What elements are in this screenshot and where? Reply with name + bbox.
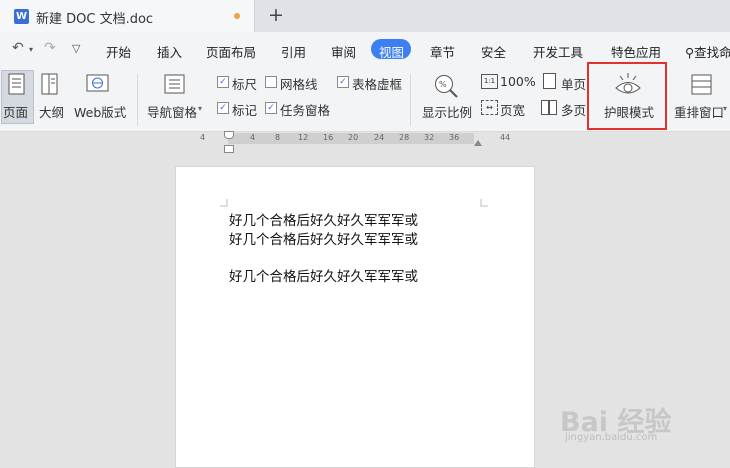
- rearrange-dropdown-icon[interactable]: ▾: [723, 104, 727, 113]
- search-icon: ⚲: [685, 45, 695, 60]
- zoom-icon[interactable]: %: [433, 73, 459, 99]
- search-command[interactable]: ⚲查找命: [685, 42, 730, 61]
- marks-checkbox[interactable]: ✓: [217, 102, 229, 114]
- ruler-checkbox[interactable]: ✓: [217, 76, 229, 88]
- menu-reference[interactable]: 引用: [281, 42, 306, 61]
- ruler-tick: 28: [399, 133, 410, 142]
- task-pane-checkbox[interactable]: ✓: [265, 102, 277, 114]
- new-tab-button[interactable]: +: [268, 4, 284, 26]
- margin-corner-top-right: [480, 199, 488, 207]
- ruler-tick: 4: [200, 133, 206, 142]
- document-tab[interactable]: W 新建 DOC 文档.doc: [0, 0, 255, 32]
- page-view-label: 页面: [3, 105, 29, 120]
- ruler-tick: 4: [250, 133, 256, 142]
- nav-pane-label[interactable]: 导航窗格: [147, 102, 197, 121]
- multi-page-icon-left[interactable]: [541, 100, 549, 115]
- customize-quick-access-icon[interactable]: ▽: [72, 42, 80, 55]
- gridlines-label: 网格线: [280, 77, 318, 92]
- zoom-100-label[interactable]: 100%: [500, 74, 536, 89]
- zoom-label[interactable]: 显示比例: [422, 102, 472, 121]
- unsaved-indicator-icon: [234, 13, 240, 19]
- menu-page-layout[interactable]: 页面布局: [206, 42, 256, 61]
- undo-icon[interactable]: ↶: [12, 40, 24, 56]
- ribbon-separator: [137, 74, 138, 126]
- document-text-line[interactable]: 好几个合格后好久好久军军军或: [229, 265, 418, 285]
- wps-writer-icon: W: [14, 9, 29, 24]
- ruler-tick: 8: [275, 133, 281, 142]
- marks-label: 标记: [232, 103, 258, 118]
- ruler-tick: 12: [298, 133, 309, 142]
- undo-dropdown-icon[interactable]: ▾: [29, 45, 33, 54]
- menu-security[interactable]: 安全: [481, 42, 506, 61]
- zoom-100-icon[interactable]: 1:1: [481, 74, 498, 89]
- svg-text:%: %: [439, 80, 447, 89]
- web-layout-icon[interactable]: [86, 73, 110, 97]
- document-tab-title: 新建 DOC 文档.doc: [36, 12, 154, 27]
- menu-review[interactable]: 审阅: [331, 42, 356, 61]
- document-text-line[interactable]: 好几个合格后好久好久军军军或: [229, 228, 418, 248]
- rearrange-windows-label[interactable]: 重排窗口: [674, 102, 724, 121]
- nav-pane-dropdown-icon[interactable]: ▾: [198, 104, 202, 113]
- search-command-label: 查找命: [694, 45, 730, 60]
- task-pane-label: 任务窗格: [280, 103, 331, 118]
- multi-page-label[interactable]: 多页: [561, 100, 586, 119]
- single-page-icon[interactable]: [543, 73, 556, 89]
- watermark-url: jingyan.baidu.com: [565, 432, 658, 443]
- table-frame-label: 表格虚框: [352, 77, 403, 92]
- eye-icon[interactable]: [614, 72, 642, 98]
- first-line-indent-marker[interactable]: [224, 131, 234, 139]
- gridlines-checkbox[interactable]: [265, 76, 277, 88]
- page-view-icon: [8, 73, 25, 95]
- menu-start[interactable]: 开始: [106, 42, 131, 61]
- document-text-line[interactable]: 好几个合格后好久好久军军军或: [229, 209, 418, 229]
- outline-view-icon[interactable]: [40, 73, 60, 97]
- ruler-tick: 16: [323, 133, 334, 142]
- menu-insert[interactable]: 插入: [157, 42, 182, 61]
- ruler-tick: 20: [348, 133, 359, 142]
- page-width-icon[interactable]: ↔: [481, 100, 498, 115]
- margin-corner-top-left: [220, 199, 228, 207]
- outline-view-label[interactable]: 大纲: [39, 102, 64, 121]
- nav-pane-icon[interactable]: [163, 73, 187, 97]
- ruler-tick: 44: [500, 133, 511, 142]
- eye-mode-button[interactable]: 护眼模式: [604, 102, 654, 121]
- ribbon-separator: [410, 74, 411, 126]
- ruler-tick: 24: [374, 133, 385, 142]
- right-indent-marker[interactable]: [474, 140, 482, 146]
- menu-features[interactable]: 特色应用: [611, 42, 661, 61]
- menu-view[interactable]: 视图: [379, 42, 404, 61]
- menu-chapter[interactable]: 章节: [430, 42, 455, 61]
- single-page-label[interactable]: 单页: [561, 74, 586, 93]
- menu-dev-tools[interactable]: 开发工具: [533, 42, 583, 61]
- ruler-tick: 32: [424, 133, 435, 142]
- rearrange-windows-icon[interactable]: [690, 73, 714, 97]
- redo-icon[interactable]: ↷: [44, 40, 56, 56]
- page-width-label[interactable]: 页宽: [500, 100, 525, 119]
- ruler-tick: 36: [449, 133, 460, 142]
- left-indent-marker[interactable]: [224, 145, 234, 153]
- web-layout-label[interactable]: Web版式: [74, 102, 126, 121]
- ruler-label: 标尺: [232, 77, 258, 92]
- multi-page-icon-right[interactable]: [549, 100, 557, 115]
- table-frame-checkbox[interactable]: ✓: [337, 76, 349, 88]
